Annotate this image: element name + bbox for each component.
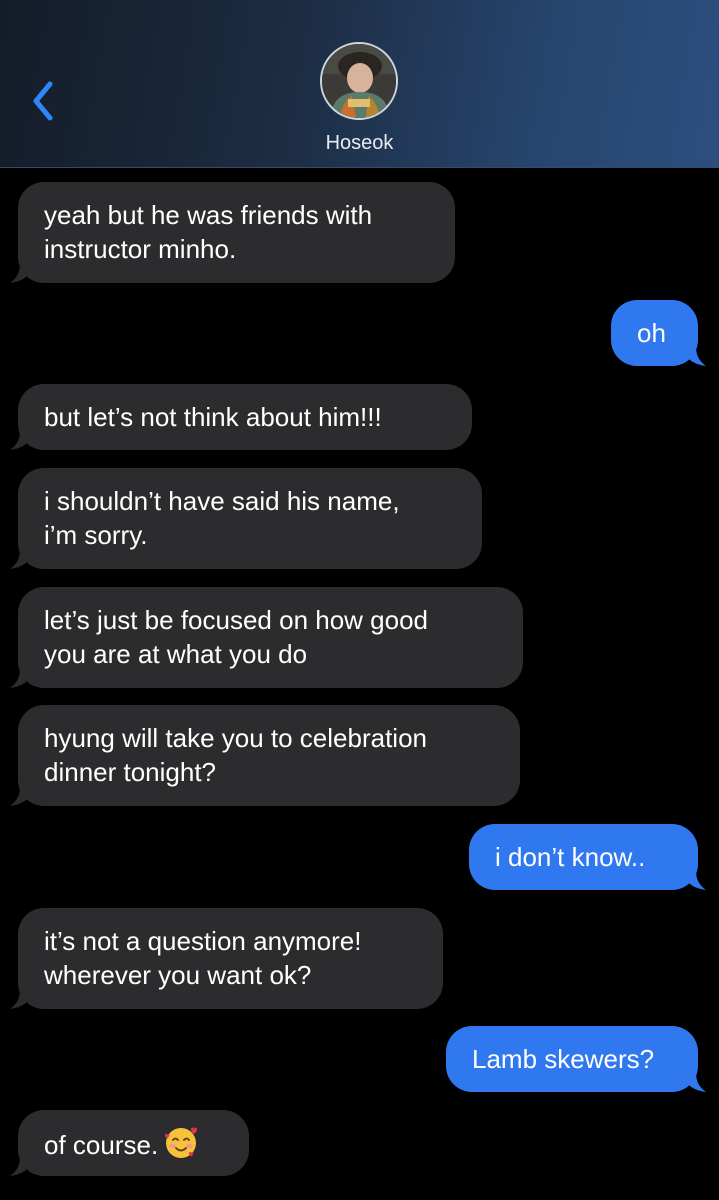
message-bubble-incoming[interactable]: but let’s not think about him!!!	[10, 384, 472, 450]
message-text: yeah but he was friends with instructor …	[44, 200, 373, 264]
message-bubble-incoming[interactable]: hyung will take you to celebration dinne…	[10, 705, 520, 806]
chevron-left-icon	[33, 81, 53, 121]
message-text: let’s just be focused on how good you ar…	[44, 605, 429, 669]
message-text-content: of course.	[44, 1130, 159, 1160]
message-bubble-outgoing[interactable]: Lamb skewers?	[446, 1026, 706, 1092]
message-text: i don’t know..	[495, 842, 646, 872]
bubble-tail-icon	[684, 870, 706, 890]
message-bubble-incoming[interactable]: let’s just be focused on how good you ar…	[10, 587, 523, 688]
message-bubble-incoming[interactable]: yeah but he was friends with instructor …	[10, 182, 455, 283]
message-text: oh	[637, 318, 666, 348]
message-bubble-outgoing[interactable]: oh	[611, 300, 706, 366]
back-button[interactable]	[26, 78, 62, 124]
bubble-tail-icon	[10, 1156, 32, 1176]
message-text: but let’s not think about him!!!	[44, 402, 382, 432]
bubble-tail-icon	[10, 668, 32, 688]
bubble-tail-icon	[10, 549, 32, 569]
message-text: Lamb skewers?	[472, 1044, 655, 1074]
smiling-face-with-hearts-icon	[165, 1127, 198, 1158]
message-bubble-incoming[interactable]: of course.	[10, 1110, 249, 1176]
message-text: i shouldn’t have said his name, i’m sorr…	[44, 486, 400, 550]
message-bubble-outgoing[interactable]: i don’t know..	[469, 824, 706, 890]
bubble-tail-icon	[10, 263, 32, 283]
bubble-tail-icon	[684, 346, 706, 366]
contact-avatar[interactable]	[320, 42, 398, 120]
message-text: it’s not a question anymore! wherever yo…	[44, 926, 362, 990]
message-text: of course.	[44, 1126, 223, 1162]
bubble-tail-icon	[10, 430, 32, 450]
avatar-photo-icon	[322, 44, 396, 118]
contact-name[interactable]: Hoseok	[0, 132, 719, 155]
conversation-header: Hoseok	[0, 0, 719, 168]
message-bubble-incoming[interactable]: i shouldn’t have said his name, i’m sorr…	[10, 468, 482, 569]
bubble-tail-icon	[10, 786, 32, 806]
bubble-tail-icon	[10, 989, 32, 1009]
bubble-tail-icon	[684, 1072, 706, 1092]
message-bubble-incoming[interactable]: it’s not a question anymore! wherever yo…	[10, 908, 443, 1009]
message-text: hyung will take you to celebration dinne…	[44, 723, 428, 787]
